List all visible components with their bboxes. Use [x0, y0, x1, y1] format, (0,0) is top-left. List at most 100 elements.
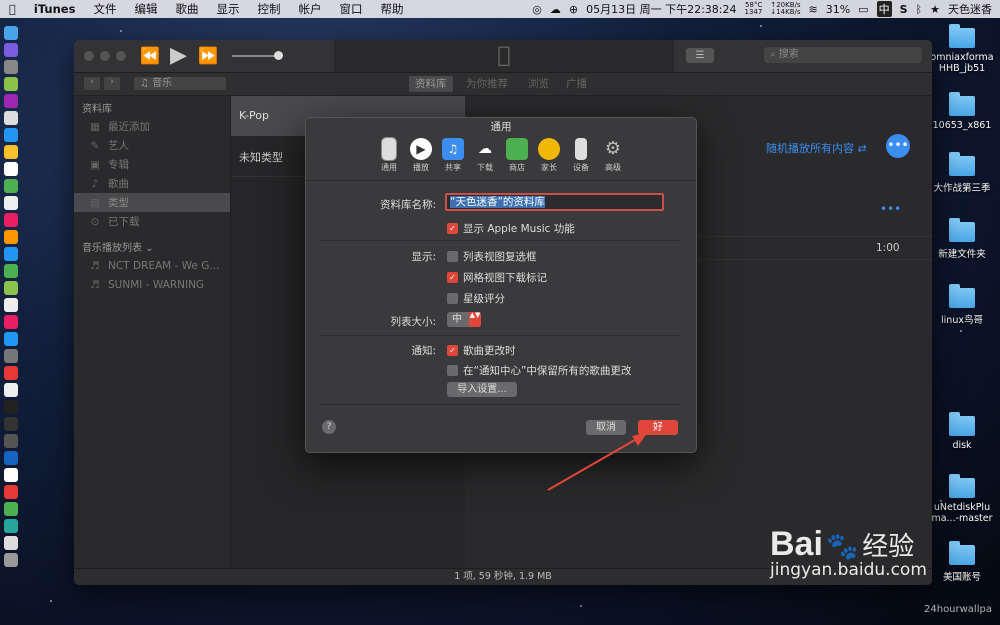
finder-icon[interactable] — [4, 26, 18, 40]
keep-notifications-option[interactable]: 在“通知中心”中保留所有的歌曲更改 — [447, 363, 631, 378]
vpn-icon[interactable] — [4, 451, 18, 465]
back-button[interactable]: ‹ — [84, 77, 100, 90]
menu-account[interactable]: 帐户 — [289, 1, 330, 17]
calendar-icon[interactable] — [4, 162, 18, 176]
vivaldi-icon[interactable] — [4, 366, 18, 380]
appstore-icon[interactable] — [4, 332, 18, 346]
close-button[interactable] — [84, 51, 94, 61]
list-view-button[interactable]: ☰ — [686, 48, 714, 63]
menu-help[interactable]: 帮助 — [371, 1, 412, 17]
rewind-icon[interactable]: ⏪ — [140, 46, 160, 65]
wechat-icon[interactable] — [4, 502, 18, 516]
app-icon[interactable] — [4, 519, 18, 533]
play-icon[interactable]: ▶ — [170, 43, 187, 68]
forward-icon[interactable]: ⏩ — [198, 46, 218, 65]
menu-song[interactable]: 歌曲 — [166, 1, 207, 17]
search-input[interactable]: ⌕ 搜索 — [764, 47, 922, 63]
input-method[interactable]: 中 — [876, 1, 892, 17]
playlists-header[interactable]: 音乐播放列表 ⌄ — [74, 235, 230, 256]
help-button[interactable]: ? — [322, 420, 336, 434]
app-icon[interactable] — [4, 298, 18, 312]
globe-icon[interactable]: ⊕ — [569, 3, 578, 16]
android-icon[interactable] — [4, 77, 18, 91]
tab-sharing[interactable]: ♫ 共享 — [439, 136, 467, 180]
photos-icon[interactable] — [4, 230, 18, 244]
siri-icon[interactable] — [4, 43, 18, 57]
desktop-item[interactable]: 新建文件夹 — [926, 218, 998, 260]
sync-icon[interactable]: ◎ — [532, 3, 542, 16]
more-button[interactable]: ••• — [886, 134, 910, 158]
tab-browse[interactable]: 浏览 — [528, 76, 549, 92]
sidebar-item-songs[interactable]: ♪ 歌曲 — [74, 174, 230, 193]
app-icon[interactable] — [4, 434, 18, 448]
wifi-icon[interactable]: ≋ — [809, 3, 818, 16]
tab-playback[interactable]: ▶ 播放 — [407, 136, 435, 180]
desktop-item[interactable]: 10653_x861 — [926, 92, 998, 131]
app-icon[interactable] — [4, 213, 18, 227]
volume-slider[interactable] — [232, 51, 283, 60]
desktop-item[interactable]: uNetdiskPlu ma...-master — [926, 474, 998, 524]
app-icon[interactable] — [4, 264, 18, 278]
cancel-button[interactable]: 取消 — [586, 420, 626, 435]
sidebar-item-albums[interactable]: ▣ 专辑 — [74, 155, 230, 174]
list-size-select[interactable]: 中 ▲▼ — [447, 312, 481, 327]
itunes-icon[interactable] — [4, 315, 18, 329]
app-icon[interactable] — [4, 179, 18, 193]
app-icon[interactable] — [4, 383, 18, 397]
battery-level[interactable]: 31% — [826, 3, 850, 16]
desktop-item[interactable]: 美国账号 — [926, 541, 998, 583]
song-change-option[interactable]: ✓ 歌曲更改时 — [447, 343, 516, 358]
menu-view[interactable]: 显示 — [207, 1, 248, 17]
app-icon[interactable] — [4, 281, 18, 295]
tab-radio[interactable]: 广播 — [566, 76, 587, 92]
app-icon[interactable] — [4, 196, 18, 210]
media-select[interactable]: ♫ 音乐 — [134, 77, 226, 90]
tab-downloads[interactable]: ☁ 下载 — [471, 136, 499, 180]
cloud-icon[interactable]: ☁ — [550, 3, 561, 16]
more-icon[interactable]: ••• — [880, 202, 901, 216]
menu-app[interactable]: iTunes — [25, 2, 85, 16]
tab-devices[interactable]: 设备 — [567, 136, 595, 180]
minimize-button[interactable] — [100, 51, 110, 61]
app-icon[interactable] — [4, 536, 18, 550]
playlist-item[interactable]: ♬ SUNMI - WARNING — [74, 275, 230, 294]
menu-edit[interactable]: 编辑 — [125, 1, 166, 17]
messages-icon[interactable] — [4, 247, 18, 261]
launchpad-icon[interactable] — [4, 60, 18, 74]
tab-store[interactable]: 商店 — [503, 136, 531, 180]
playlist-item[interactable]: ♬ NCT DREAM - We G... — [74, 256, 230, 275]
sidebar-item-recent[interactable]: ▦ 最近添加 — [74, 117, 230, 136]
app-icon[interactable] — [4, 417, 18, 431]
tab-parental[interactable]: 家长 — [535, 136, 563, 180]
sogou-icon[interactable]: S — [900, 3, 908, 16]
library-name-field[interactable]: “天色迷香”的资料库 — [445, 193, 664, 211]
ok-button[interactable]: 好 — [638, 420, 678, 435]
safari-icon[interactable] — [4, 128, 18, 142]
forward-button[interactable]: › — [104, 77, 120, 90]
star-rating-option[interactable]: 星级评分 — [447, 291, 505, 306]
settings-icon[interactable] — [4, 349, 18, 363]
import-settings-button[interactable]: 导入设置... — [447, 382, 517, 397]
zoom-button[interactable] — [116, 51, 126, 61]
menu-window[interactable]: 窗口 — [330, 1, 371, 17]
app-icon[interactable] — [4, 94, 18, 108]
desktop-item[interactable]: omniaxforma HHB_jb51 — [926, 24, 998, 74]
app-icon[interactable] — [4, 145, 18, 159]
bluetooth-icon[interactable]: ᛒ — [916, 3, 923, 16]
trash-icon[interactable] — [4, 553, 18, 567]
shuffle-all-link[interactable]: 随机播放所有内容 ⇄ — [766, 140, 867, 156]
tab-for-you[interactable]: 为你推荐 — [466, 76, 508, 92]
clock[interactable]: 05月13日 周一 下午22:38:24 — [586, 1, 736, 17]
terminal-icon[interactable] — [4, 400, 18, 414]
tab-advanced[interactable]: ⚙ 高级 — [599, 136, 627, 180]
apple-icon[interactable]:  — [0, 2, 25, 16]
sidebar-item-downloaded[interactable]: ⊙ 已下载 — [74, 212, 230, 231]
grid-download-option[interactable]: ✓ 网格视图下载标记 — [447, 270, 547, 285]
yandex-icon[interactable] — [4, 468, 18, 482]
user-name[interactable]: 天色迷香 — [948, 1, 992, 17]
desktop-item[interactable]: linux鸟哥 — [926, 284, 998, 326]
star-icon[interactable]: ★ — [930, 3, 940, 16]
sidebar-item-genres[interactable]: ▤ 类型 — [74, 193, 230, 212]
apple-music-checkbox[interactable]: ✓ 显示 Apple Music 功能 — [447, 221, 575, 236]
tab-library[interactable]: 资料库 — [409, 76, 453, 92]
